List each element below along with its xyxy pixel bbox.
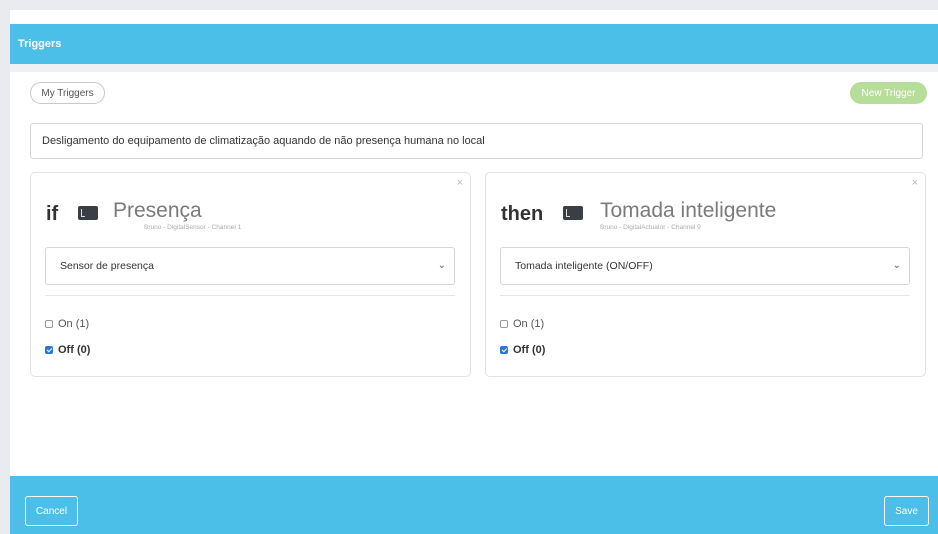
then-option-off[interactable]: Off (0) bbox=[500, 344, 545, 356]
if-condition-card: × if Presença Bruno - DigitalSensor - Ch… bbox=[30, 172, 471, 377]
modal-title: Triggers bbox=[18, 38, 62, 50]
checkbox-unchecked[interactable] bbox=[45, 320, 53, 328]
checkbox-checked[interactable] bbox=[500, 346, 508, 354]
then-select-value: Tomada inteligente (ON/OFF) bbox=[515, 260, 653, 272]
close-icon[interactable]: × bbox=[912, 177, 918, 189]
then-action-select[interactable]: Tomada inteligente (ON/OFF) ⌄ bbox=[500, 247, 910, 285]
device-chip-icon bbox=[78, 206, 98, 220]
close-icon[interactable]: × bbox=[457, 177, 463, 189]
option-label: On (1) bbox=[58, 318, 90, 330]
trigger-description-input[interactable]: Desligamento do equipamento de climatiza… bbox=[30, 123, 923, 159]
then-keyword: then bbox=[501, 203, 544, 225]
if-condition-select[interactable]: Sensor de presença ⌄ bbox=[45, 247, 455, 285]
option-label: Off (0) bbox=[58, 344, 91, 356]
new-trigger-button[interactable]: New Trigger bbox=[850, 82, 927, 104]
then-action-card: × then Tomada inteligente Bruno - Digita… bbox=[485, 172, 926, 377]
header-divider bbox=[10, 64, 938, 72]
cancel-button[interactable]: Cancel bbox=[25, 496, 78, 526]
checkbox-checked[interactable] bbox=[45, 346, 53, 354]
divider bbox=[45, 295, 455, 296]
chevron-down-icon: ⌄ bbox=[892, 260, 901, 271]
option-label: On (1) bbox=[513, 318, 545, 330]
my-triggers-button[interactable]: My Triggers bbox=[30, 82, 105, 104]
if-option-off[interactable]: Off (0) bbox=[45, 344, 90, 356]
if-device-name: Presença bbox=[113, 199, 202, 222]
trigger-modal: Triggers My Triggers New Trigger Desliga… bbox=[10, 10, 938, 534]
if-device-meta: Bruno - DigitalSensor - Channel 1 bbox=[144, 224, 242, 231]
checkbox-unchecked[interactable] bbox=[500, 320, 508, 328]
modal-header: Triggers bbox=[10, 24, 938, 64]
then-option-on[interactable]: On (1) bbox=[500, 318, 544, 330]
save-button[interactable]: Save bbox=[884, 496, 929, 526]
then-device-name: Tomada inteligente bbox=[600, 199, 777, 222]
option-label: Off (0) bbox=[513, 344, 546, 356]
divider bbox=[500, 295, 910, 296]
chevron-down-icon: ⌄ bbox=[437, 260, 446, 271]
if-option-on[interactable]: On (1) bbox=[45, 318, 89, 330]
device-chip-icon bbox=[563, 206, 583, 220]
if-select-value: Sensor de presença bbox=[60, 260, 154, 272]
if-keyword: if bbox=[46, 203, 59, 225]
then-device-meta: Bruno - DigitalActuator - Channel 9 bbox=[600, 224, 701, 231]
modal-footer: Cancel Save bbox=[10, 476, 938, 534]
